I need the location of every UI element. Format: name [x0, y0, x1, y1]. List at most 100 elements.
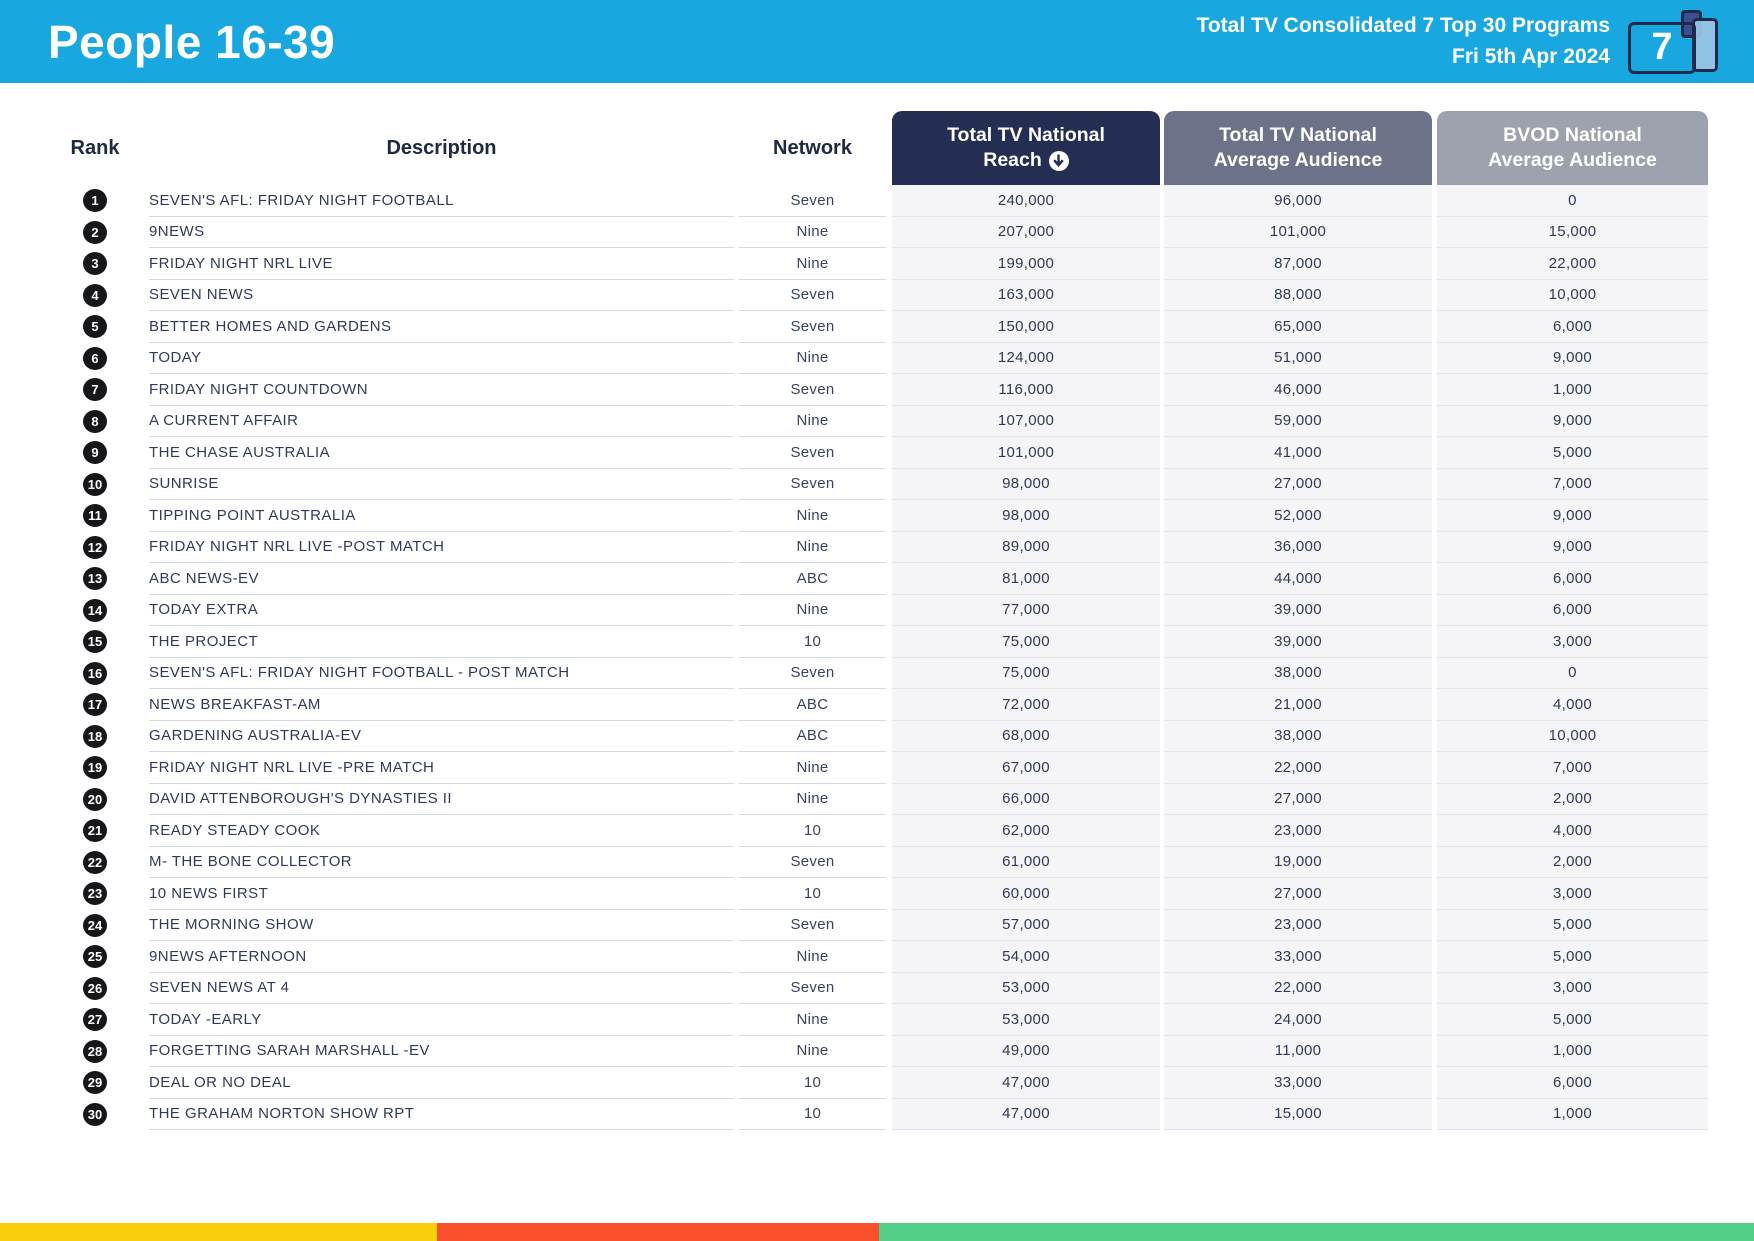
table-row: 22 M- THE BONE COLLECTOR Seven 61,000 19…: [0, 846, 1708, 878]
total-tv-logo: 7: [1628, 8, 1724, 76]
bvod-value: 15,000: [1437, 216, 1708, 248]
program-description: FRIDAY NIGHT COUNTDOWN: [149, 374, 734, 406]
bvod-value: 3,000: [1437, 626, 1708, 658]
network-name: Seven: [739, 658, 886, 689]
avg-audience-value: 101,000: [1164, 216, 1432, 248]
network-name: Seven: [739, 311, 886, 343]
banner-right: Total TV Consolidated 7 Top 30 Programs …: [1197, 8, 1724, 76]
program-description: FRIDAY NIGHT NRL LIVE -PRE MATCH: [149, 752, 734, 784]
program-table-body: 1 SEVEN'S AFL: FRIDAY NIGHT FOOTBALL Sev…: [0, 185, 1708, 1130]
program-description: TODAY -EARLY: [149, 1004, 734, 1036]
reach-value: 53,000: [892, 972, 1160, 1004]
sort-descending-icon[interactable]: [1048, 150, 1069, 171]
avg-audience-value: 51,000: [1164, 342, 1432, 374]
program-description: 9NEWS AFTERNOON: [149, 941, 734, 973]
reach-value: 240,000: [892, 185, 1160, 217]
avg-audience-value: 23,000: [1164, 815, 1432, 847]
rank-badge: 27: [83, 1008, 107, 1032]
avg-audience-value: 27,000: [1164, 783, 1432, 815]
table-row: 2 9NEWS Nine 207,000 101,000 15,000: [0, 216, 1708, 248]
program-description: THE GRAHAM NORTON SHOW RPT: [149, 1099, 734, 1130]
rank-badge: 21: [83, 819, 107, 843]
bvod-value: 2,000: [1437, 783, 1708, 815]
reach-value: 116,000: [892, 374, 1160, 406]
table-row: 21 READY STEADY COOK 10 62,000 23,000 4,…: [0, 815, 1708, 847]
footer-bar-segment-green: [878, 1223, 1754, 1241]
program-description: SEVEN NEWS: [149, 280, 734, 311]
column-header-bvod-average-audience[interactable]: BVOD National Average Audience: [1437, 111, 1708, 185]
column-header-total-tv-reach[interactable]: Total TV National Reach: [892, 111, 1160, 185]
bvod-value: 1,000: [1437, 1035, 1708, 1067]
program-description: BETTER HOMES AND GARDENS: [149, 311, 734, 343]
bvod-value: 5,000: [1437, 437, 1708, 469]
reach-value: 66,000: [892, 783, 1160, 815]
page-title: People 16-39: [48, 15, 336, 68]
reach-value: 89,000: [892, 531, 1160, 563]
program-description: TODAY: [149, 343, 734, 374]
column-header-description: Description: [386, 136, 497, 159]
network-name: Seven: [739, 185, 886, 217]
avg-audience-value: 39,000: [1164, 626, 1432, 658]
avg-audience-value: 33,000: [1164, 941, 1432, 973]
network-name: ABC: [739, 563, 886, 595]
table-row: 17 NEWS BREAKFAST-AM ABC 72,000 21,000 4…: [0, 689, 1708, 721]
network-name: Nine: [739, 752, 886, 784]
bvod-value: 0: [1437, 185, 1708, 217]
network-name: Seven: [739, 374, 886, 406]
avg-audience-value: 27,000: [1164, 468, 1432, 500]
column-header-total-tv-average-audience[interactable]: Total TV National Average Audience: [1164, 111, 1432, 185]
reach-value: 75,000: [892, 626, 1160, 658]
reach-value: 62,000: [892, 815, 1160, 847]
program-description: FRIDAY NIGHT NRL LIVE: [149, 248, 734, 280]
rank-badge: 6: [83, 346, 107, 370]
reach-value: 57,000: [892, 909, 1160, 941]
table-row: 8 A CURRENT AFFAIR Nine 107,000 59,000 9…: [0, 405, 1708, 437]
table-row: 28 FORGETTING SARAH MARSHALL -EV Nine 49…: [0, 1035, 1708, 1067]
rank-badge: 2: [83, 220, 107, 244]
network-name: Nine: [739, 941, 886, 973]
table-row: 24 THE MORNING SHOW Seven 57,000 23,000 …: [0, 909, 1708, 941]
program-description: READY STEADY COOK: [149, 815, 734, 847]
network-name: ABC: [739, 689, 886, 721]
network-name: Seven: [739, 973, 886, 1004]
network-name: Nine: [739, 500, 886, 532]
network-name: Nine: [739, 595, 886, 626]
table-row: 14 TODAY EXTRA Nine 77,000 39,000 6,000: [0, 594, 1708, 626]
network-name: Nine: [739, 1004, 886, 1036]
network-name: Seven: [739, 437, 886, 469]
reach-value: 68,000: [892, 720, 1160, 752]
bvod-value: 3,000: [1437, 972, 1708, 1004]
program-description: DAVID ATTENBOROUGH'S DYNASTIES II: [149, 784, 734, 815]
bvod-value: 9,000: [1437, 531, 1708, 563]
network-name: Nine: [739, 248, 886, 280]
reach-value: 61,000: [892, 846, 1160, 878]
network-name: 10: [739, 1099, 886, 1130]
table-row: 7 FRIDAY NIGHT COUNTDOWN Seven 116,000 4…: [0, 374, 1708, 406]
top-banner: People 16-39 Total TV Consolidated 7 Top…: [0, 0, 1754, 83]
rank-badge: 12: [83, 535, 107, 559]
avg-audience-value: 22,000: [1164, 972, 1432, 1004]
network-name: 10: [739, 626, 886, 658]
table-row: 23 10 NEWS FIRST 10 60,000 27,000 3,000: [0, 878, 1708, 910]
reach-value: 54,000: [892, 941, 1160, 973]
reach-value: 207,000: [892, 216, 1160, 248]
program-description: 9NEWS: [149, 217, 734, 248]
column-header-rank: Rank: [70, 136, 120, 159]
program-description: SEVEN'S AFL: FRIDAY NIGHT FOOTBALL - POS…: [149, 658, 734, 689]
avg-audience-value: 46,000: [1164, 374, 1432, 406]
network-name: Nine: [739, 406, 886, 437]
program-description: THE CHASE AUSTRALIA: [149, 437, 734, 469]
rank-badge: 1: [83, 189, 107, 213]
tv-seven-icon: 7: [1628, 21, 1696, 74]
program-description: M- THE BONE COLLECTOR: [149, 847, 734, 878]
reach-value: 98,000: [892, 468, 1160, 500]
rank-badge: 13: [83, 567, 107, 591]
rank-badge: 23: [83, 882, 107, 906]
avg-audience-value: 21,000: [1164, 689, 1432, 721]
rank-badge: 4: [83, 283, 107, 307]
program-description: 10 NEWS FIRST: [149, 878, 734, 910]
bvod-value: 5,000: [1437, 1004, 1708, 1036]
rank-badge: 7: [83, 378, 107, 402]
table-row: 30 THE GRAHAM NORTON SHOW RPT 10 47,000 …: [0, 1098, 1708, 1130]
reach-value: 107,000: [892, 405, 1160, 437]
